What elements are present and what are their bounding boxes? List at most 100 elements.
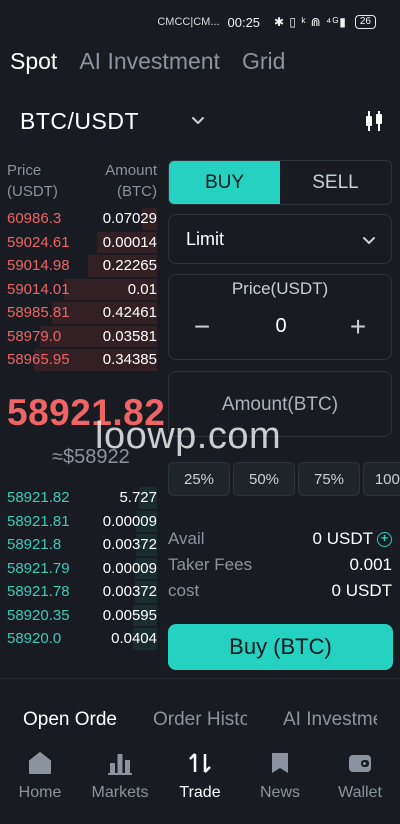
nav-wallet[interactable]: Wallet: [320, 750, 400, 810]
pct-75-button[interactable]: 75%: [298, 462, 360, 496]
ask-amount: 0.07029: [102, 210, 157, 228]
bid-price: 58921.8: [7, 536, 62, 554]
cost-row: cost 0 USDT: [168, 579, 392, 603]
nav-markets-label: Markets: [91, 784, 149, 801]
bid-row[interactable]: 58921.82 5.727: [7, 486, 157, 510]
last-price-usd: ≈$58922: [52, 446, 130, 468]
taker-fees-label: Taker Fees: [168, 555, 253, 574]
pct-50-button[interactable]: 50%: [233, 462, 295, 496]
chevron-down-icon: [363, 237, 375, 244]
bid-price: 58920.0: [7, 630, 62, 648]
ask-row[interactable]: 59024.61 0.00014: [7, 231, 157, 255]
tab-order-history[interactable]: Order History: [153, 709, 247, 731]
ask-price: 58985.81: [7, 304, 70, 322]
battery-icon: 26: [354, 15, 376, 29]
clock: 00:25: [227, 14, 261, 30]
bid-price: 58920.35: [7, 606, 70, 624]
ask-amount: 0.42461: [102, 304, 157, 322]
nav-home-label: Home: [18, 784, 62, 801]
home-icon: [29, 752, 51, 774]
price-input[interactable]: [229, 315, 333, 338]
tab-ai-investment-orders[interactable]: AI Investment: [283, 709, 377, 731]
candlestick-icon[interactable]: [363, 109, 385, 133]
ask-price: 59014.98: [7, 257, 70, 275]
price-field-label: Price(USDT): [231, 279, 329, 298]
bid-amount: 0.00372: [102, 536, 157, 554]
price-header-unit: (USDT): [7, 183, 58, 200]
sell-tab[interactable]: SELL: [280, 161, 391, 204]
amount-header-unit: (BTC): [117, 183, 157, 200]
price-field: Price(USDT) − +: [168, 274, 392, 360]
bid-amount: 0.00009: [102, 512, 157, 530]
divider: [0, 678, 400, 679]
bid-row[interactable]: 58920.0 0.0404: [7, 627, 157, 651]
news-icon: [272, 753, 288, 773]
ask-price: 60986.3: [7, 210, 62, 228]
price-decrement-button[interactable]: −: [187, 313, 217, 341]
cost-label: cost: [168, 581, 200, 600]
price-increment-button[interactable]: +: [343, 313, 373, 341]
ask-row[interactable]: 59014.98 0.22265: [7, 254, 157, 278]
bid-amount: 0.00372: [102, 583, 157, 601]
bid-amount: 0.00009: [102, 559, 157, 577]
bid-amount: 0.00595: [102, 606, 157, 624]
wallet-icon: [349, 755, 371, 772]
last-price: 58921.82: [7, 392, 166, 433]
nav-markets[interactable]: Markets: [80, 750, 160, 810]
ask-row[interactable]: 58985.81 0.42461: [7, 301, 157, 325]
nav-news[interactable]: News: [240, 750, 320, 810]
percentage-buttons: 25% 50% 75% 100%: [168, 462, 400, 496]
ask-row[interactable]: 58965.95 0.34385: [7, 348, 157, 372]
bid-row[interactable]: 58921.78 0.00372: [7, 580, 157, 604]
bid-amount: 0.0404: [111, 630, 157, 648]
amount-input[interactable]: [169, 394, 391, 416]
ask-price: 58965.95: [7, 351, 70, 369]
bid-price: 58921.82: [7, 489, 70, 507]
ask-amount: 0.22265: [102, 257, 157, 275]
nav-trade[interactable]: Trade: [160, 750, 240, 810]
buy-tab[interactable]: BUY: [169, 161, 280, 204]
cost-value: 0 USDT: [331, 581, 392, 600]
status-icons: ✱ ▯ ᵏ ⋒ ⁴ᴳ▮: [274, 15, 347, 29]
amount-field: [168, 371, 392, 437]
tab-open-orders[interactable]: Open Orders: [23, 709, 117, 731]
bid-row[interactable]: 58921.81 0.00009: [7, 510, 157, 534]
trade-icon: [189, 753, 211, 773]
ask-row[interactable]: 60986.3 0.07029: [7, 207, 157, 231]
ask-row[interactable]: 58979.0 0.03581: [7, 325, 157, 349]
pct-25-button[interactable]: 25%: [168, 462, 230, 496]
ask-amount: 0.01: [127, 280, 157, 298]
order-type-select[interactable]: Limit: [168, 214, 392, 264]
ask-price: 58979.0: [7, 327, 62, 345]
pct-100-button[interactable]: 100%: [363, 462, 400, 496]
taker-fees-row: Taker Fees 0.001: [168, 553, 392, 577]
status-bar: CMCC|CM... 00:25 ✱ ▯ ᵏ ⋒ ⁴ᴳ▮ 26: [0, 0, 400, 44]
bottom-navigation: Home Markets Trade News Wallet: [0, 750, 400, 810]
tab-ai-investment[interactable]: AI Investment: [79, 48, 220, 75]
pair-selector[interactable]: BTC/USDT: [20, 104, 385, 138]
bid-row[interactable]: 58920.35 0.00595: [7, 604, 157, 628]
tab-spot[interactable]: Spot: [10, 48, 57, 75]
bid-amount: 5.727: [119, 489, 157, 507]
bid-list: 58921.82 5.727 58921.81 0.00009 58921.8 0.003…: [7, 486, 157, 651]
pair-name: BTC/USDT: [20, 107, 139, 134]
order-type-value: Limit: [186, 228, 225, 249]
ask-amount: 0.34385: [102, 351, 157, 369]
ask-list: 60986.3 0.07029 59024.61 0.00014 59014.98 0.2…: [7, 207, 157, 372]
nav-news-label: News: [259, 784, 300, 801]
nav-trade-label: Trade: [179, 784, 221, 801]
price-header: Price: [7, 162, 42, 179]
ask-price: 59014.01: [7, 280, 70, 298]
bid-price: 58921.78: [7, 583, 70, 601]
tab-grid[interactable]: Grid: [242, 48, 285, 75]
markets-icon: [108, 754, 132, 775]
ask-row[interactable]: 59014.01 0.01: [7, 278, 157, 302]
bid-row[interactable]: 58921.79 0.00009: [7, 557, 157, 581]
nav-home[interactable]: Home: [0, 750, 80, 810]
bid-row[interactable]: 58921.8 0.00372: [7, 533, 157, 557]
ask-price: 59024.61: [7, 233, 70, 251]
add-funds-icon[interactable]: +: [377, 531, 392, 547]
trade-mode-tabs: Spot AI Investment Grid: [10, 44, 285, 78]
buy-btc-button[interactable]: Buy (BTC): [168, 624, 393, 670]
bid-price: 58921.79: [7, 559, 70, 577]
